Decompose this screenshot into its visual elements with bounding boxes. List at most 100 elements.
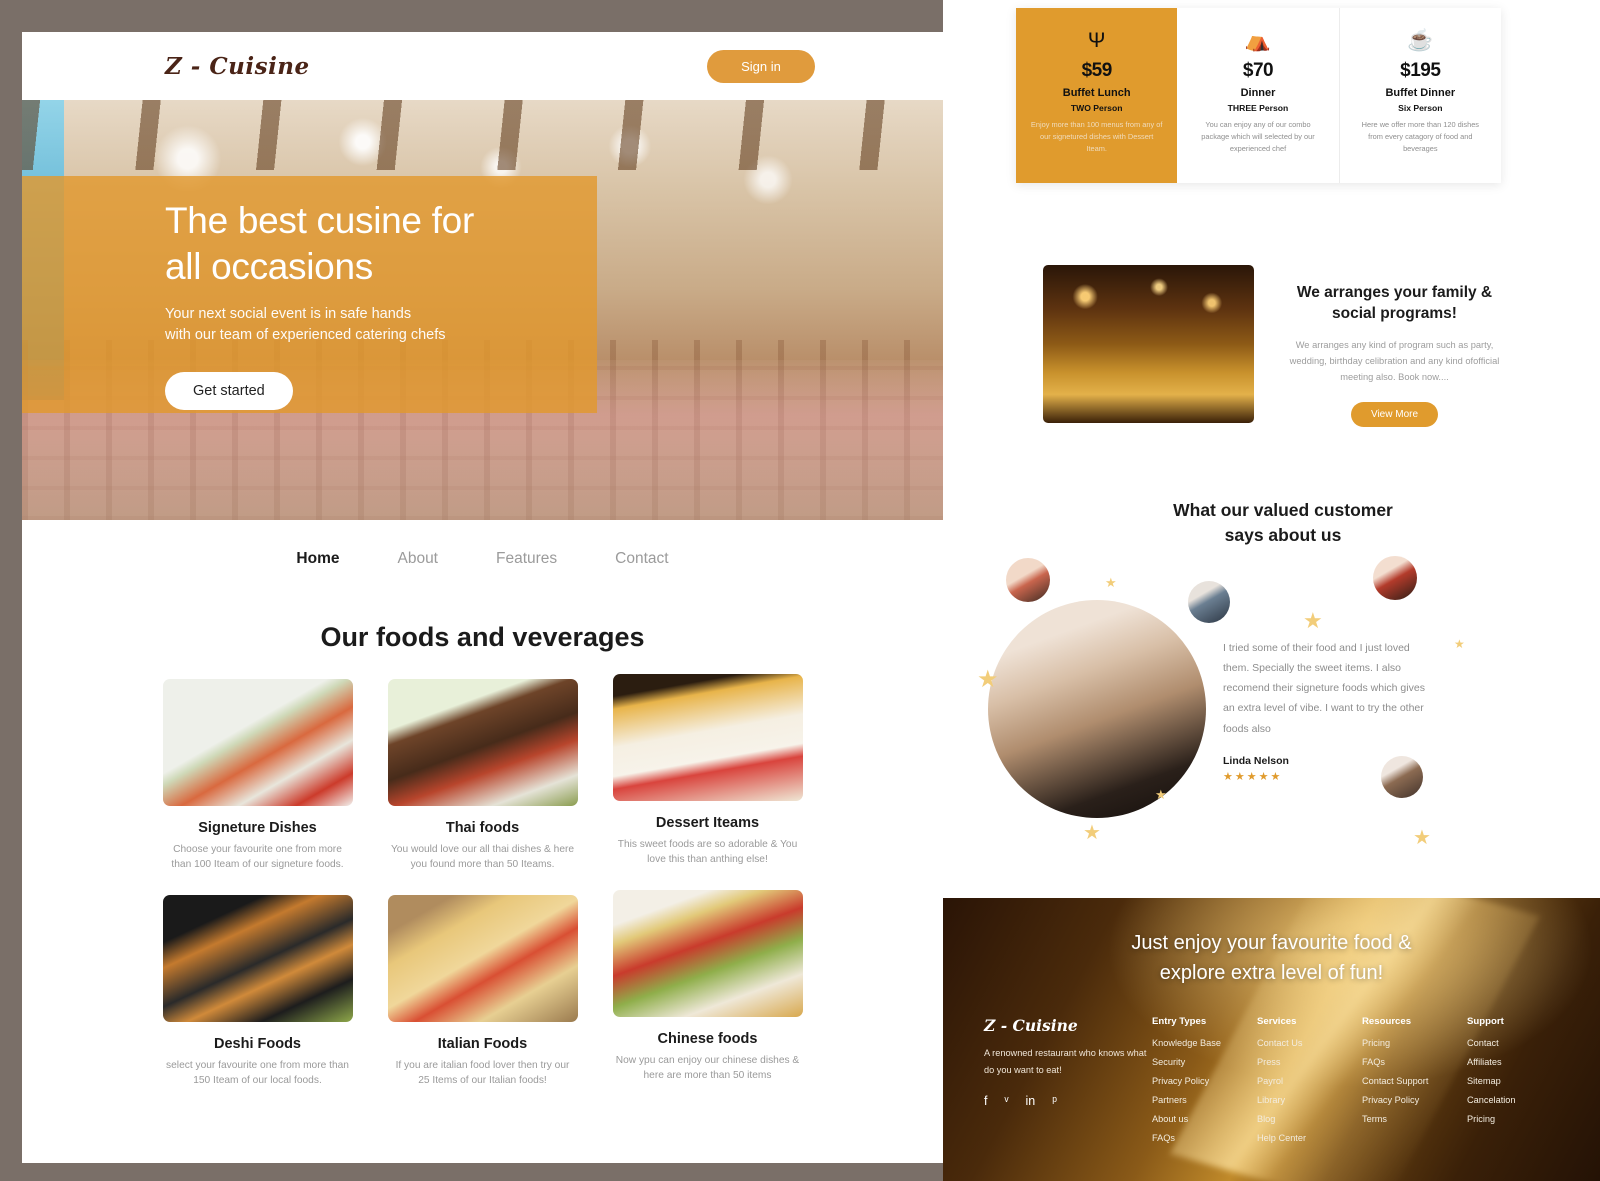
nav-item-about[interactable]: About xyxy=(397,550,438,568)
pricing-person-count: TWO Person xyxy=(1070,103,1123,113)
decorative-star-icon: ★ xyxy=(1083,822,1101,844)
footer-link[interactable]: Privacy Policy xyxy=(1152,1076,1257,1086)
pizza-photo xyxy=(387,894,578,1022)
arranges-content: We arranges your family & social program… xyxy=(1286,265,1503,427)
footer-column-heading: Support xyxy=(1467,1016,1504,1027)
footer-link[interactable]: Pricing xyxy=(1362,1038,1467,1048)
food-card-title: Signeture Dishes xyxy=(198,820,317,836)
rating-stars-icon: ★★★★★ xyxy=(1223,770,1283,783)
footer-link[interactable]: Contact xyxy=(1467,1038,1572,1048)
footer-link[interactable]: Partners xyxy=(1152,1095,1257,1105)
get-started-button[interactable]: Get started xyxy=(165,371,293,410)
footer-link[interactable]: FAQs xyxy=(1362,1057,1467,1067)
hero-subtitle-line-1: Your next social event is in safe hands xyxy=(165,305,412,322)
pricing-plan-name: Dinner xyxy=(1240,87,1276,99)
footer-brand-description: A renowned restaurant who knows what do … xyxy=(984,1048,1147,1076)
pricing-description: You can enjoy any of our combo package w… xyxy=(1201,120,1315,154)
pricing-description: Here we offer more than 120 dishes from … xyxy=(1361,120,1479,154)
footer-link[interactable]: Security xyxy=(1152,1057,1257,1067)
pricing-description: Enjoy more than 100 menus from any of ou… xyxy=(1030,120,1163,154)
nav-item-home[interactable]: Home xyxy=(296,550,339,568)
footer-link[interactable]: Contact Support xyxy=(1362,1076,1467,1086)
twitter-icon[interactable]: ᵛ xyxy=(1004,1094,1008,1108)
footer-column-heading: Services xyxy=(1257,1016,1297,1027)
hero-title: The best cusine for all occasions xyxy=(165,198,635,290)
footer-link[interactable]: Cancelation xyxy=(1467,1095,1572,1105)
footer-columns: Z - Cuisine A renowned restaurant who kn… xyxy=(984,1016,1572,1152)
footer-column-heading: Resources xyxy=(1362,1016,1412,1027)
hero-title-line-1: The best cusine for xyxy=(165,200,474,241)
customer-avatar-small-1[interactable] xyxy=(1006,558,1050,602)
arranges-title: We arranges your family & social program… xyxy=(1286,283,1503,325)
footer-link[interactable]: Terms xyxy=(1362,1114,1467,1124)
hero-banner: The best cusine for all occasions Your n… xyxy=(22,100,943,520)
view-more-button[interactable]: View More xyxy=(1350,401,1439,427)
food-card[interactable]: Dessert Iteams This sweet foods are so ad… xyxy=(612,674,803,873)
food-card[interactable]: Italian Foods If you are italian food lov… xyxy=(387,894,578,1089)
nav-item-features[interactable]: Features xyxy=(496,550,557,568)
decorative-star-icon: ★ xyxy=(1105,575,1117,590)
pricing-amount: $195 xyxy=(1400,60,1441,81)
customer-avatar-small-2[interactable] xyxy=(1188,581,1230,623)
decorative-star-icon: ★ xyxy=(1155,787,1167,802)
facebook-icon[interactable]: f xyxy=(984,1094,987,1108)
footer-link[interactable]: About us xyxy=(1152,1114,1257,1124)
pricing-plan-name: Buffet Dinner xyxy=(1385,87,1456,99)
food-card[interactable]: Deshi Foods select your favourite one fro… xyxy=(162,894,353,1089)
linkedin-icon[interactable]: in xyxy=(1026,1094,1036,1108)
nav-item-contact[interactable]: Contact xyxy=(615,550,668,568)
footer-link[interactable]: Payrol xyxy=(1257,1076,1362,1086)
footer-link[interactable]: Blog xyxy=(1257,1114,1362,1124)
pricing-cards: Ψ $59 Buffet Lunch TWO Person Enjoy more tha… xyxy=(1016,8,1501,183)
arranges-section: We arranges your family & social program… xyxy=(1043,265,1503,427)
food-card-description: Choose your favourite one from more than… xyxy=(171,844,344,871)
footer-link-columns: Entry Types Knowledge Base Security Privacy… xyxy=(1152,1016,1572,1152)
footer-headline: Just enjoy your favourite food & explore… xyxy=(943,898,1600,988)
pricing-amount: $59 xyxy=(1081,60,1113,81)
deshi-food-photo xyxy=(162,894,353,1022)
footer-link[interactable]: Help Center xyxy=(1257,1133,1362,1143)
testimonials-title: What our valued customer says about us xyxy=(983,498,1583,547)
customer-avatar-small-3[interactable] xyxy=(1373,556,1417,600)
site-logo[interactable]: Z - Cuisine xyxy=(165,53,310,80)
footer-link[interactable]: Knowledge Base xyxy=(1152,1038,1257,1048)
pricing-card[interactable]: Ψ $59 Buffet Lunch TWO Person Enjoy more tha… xyxy=(1016,8,1178,183)
testimonials-section: What our valued customer says about us ★… xyxy=(977,498,1583,878)
food-card-description: select your favourite one from more than… xyxy=(166,1059,349,1086)
arranges-title-line-1: We arranges your family & xyxy=(1296,284,1493,301)
footer-link[interactable]: Sitemap xyxy=(1467,1076,1572,1086)
footer-logo[interactable]: Z - Cuisine xyxy=(984,1016,1152,1035)
food-card-title: Deshi Foods xyxy=(213,1035,301,1052)
footer-link[interactable]: Pricing xyxy=(1467,1114,1572,1124)
sign-in-button[interactable]: Sign in xyxy=(707,49,815,83)
food-card-title: Italian Foods xyxy=(437,1035,528,1052)
thai-dish-photo xyxy=(387,679,578,806)
dessert-photo xyxy=(612,674,803,801)
footer-column: Support Contact Affiliates Sitemap Cancelati… xyxy=(1467,1016,1572,1152)
site-footer: Just enjoy your favourite food & explore… xyxy=(943,898,1600,1181)
pricing-card[interactable]: ⛺ $70 Dinner THREE Person You can enjoy any … xyxy=(1177,8,1340,183)
footer-link[interactable]: Library xyxy=(1257,1095,1362,1105)
footer-column: Resources Pricing FAQs Contact Support Priva… xyxy=(1362,1016,1467,1152)
footer-column-heading: Entry Types xyxy=(1152,1016,1207,1027)
pricing-person-count: THREE Person xyxy=(1227,103,1289,113)
footer-link[interactable]: FAQs xyxy=(1152,1133,1257,1143)
pricing-amount: $70 xyxy=(1242,60,1274,81)
footer-link[interactable]: Affiliates xyxy=(1467,1057,1572,1067)
fork-and-spoon-icon: Ψ xyxy=(1087,29,1106,52)
food-card[interactable]: Signeture Dishes Choose your favourite on… xyxy=(162,679,353,873)
pinterest-icon[interactable]: ᵖ xyxy=(1052,1094,1057,1108)
footer-link[interactable]: Contact Us xyxy=(1257,1038,1362,1048)
footer-link[interactable]: Press xyxy=(1257,1057,1362,1067)
testimonials-title-line-2: says about us xyxy=(1224,524,1342,545)
footer-link[interactable]: Privacy Policy xyxy=(1362,1095,1467,1105)
food-card[interactable]: Thai foods You would love our all thai di… xyxy=(387,679,578,873)
decorative-star-icon: ★ xyxy=(1454,637,1465,651)
social-links: f ᵛ in ᵖ xyxy=(984,1094,1152,1108)
food-card-title: Thai foods xyxy=(445,820,520,836)
pricing-card[interactable]: ☕ $195 Buffet Dinner Six Person Here we offe… xyxy=(1340,8,1501,183)
pricing-person-count: Six Person xyxy=(1398,103,1443,113)
food-card[interactable]: Chinese foods Now ypu can enjoy our chine… xyxy=(612,889,803,1089)
testimonial-quote: I tried some of their food and I just lo… xyxy=(1223,638,1438,783)
mobile-sections-panel: Ψ $59 Buffet Lunch TWO Person Enjoy more tha… xyxy=(943,0,1600,1181)
